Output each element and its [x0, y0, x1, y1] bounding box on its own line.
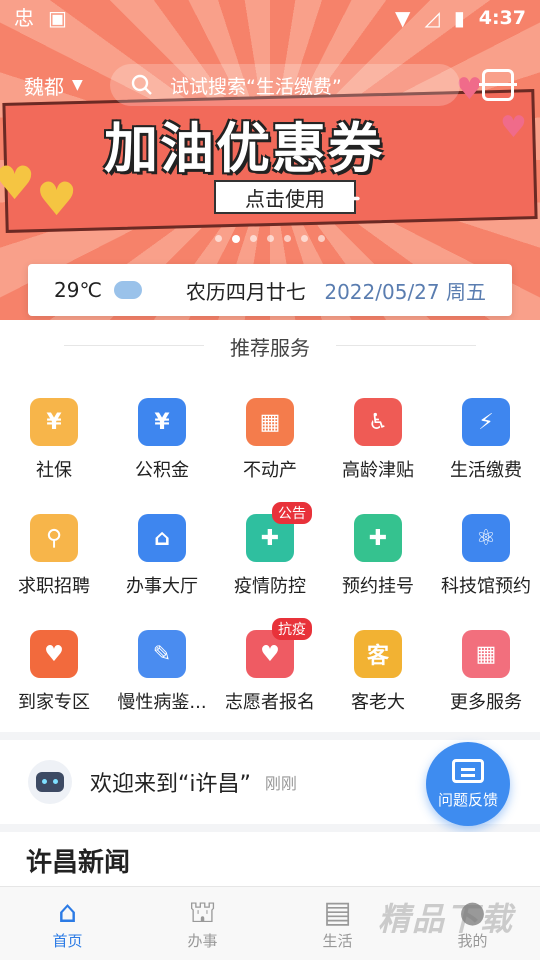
search-input[interactable]: 试试搜索“生活缴费” — [110, 64, 460, 106]
service-label: 生活缴费 — [450, 460, 522, 481]
status-time: 4:37 — [478, 7, 526, 29]
section-title: 推荐服务 — [0, 332, 540, 361]
carousel-dot[interactable] — [267, 235, 274, 242]
wifi-icon: ▼ — [394, 6, 411, 30]
battery-charging-icon: ▮ — [453, 6, 465, 30]
feedback-edit-icon — [452, 758, 484, 783]
nav-item[interactable]: ⌂ 首页 — [0, 887, 135, 960]
service-item[interactable]: ¥ 社保 — [0, 398, 108, 482]
service-label: 求职招聘 — [18, 576, 90, 597]
welcome-text: 欢迎来到“i许昌” — [90, 772, 251, 797]
city-selector[interactable]: 魏都 ▼ — [0, 71, 110, 100]
service-label: 更多服务 — [450, 692, 522, 713]
search-row: 魏都 ▼ 试试搜索“生活缴费” — [0, 62, 540, 108]
service-item[interactable]: ⚛ 科技馆预约 — [432, 514, 540, 598]
heart-decoration-icon: ♥ — [0, 156, 36, 210]
temperature: 29℃ — [54, 278, 102, 302]
services-grid: ¥ 社保 ¥ 公积金 ▦ 不动产 ♿ 高龄津贴 ⚡ 生活缴费 ⚲ 求职招聘 ⌂ 办事大厅 ✚ 公告 疫情防控 ✚ 预… — [0, 398, 540, 714]
service-label: 公积金 — [135, 460, 189, 481]
pointing-hand-icon: ☛ — [332, 184, 363, 224]
nav-label: 生活 — [322, 932, 353, 950]
carousel-dot[interactable] — [250, 235, 257, 242]
welcome-time: 刚刚 — [264, 774, 297, 793]
home-service-icon: ♥ — [30, 630, 78, 678]
carousel-dot[interactable] — [301, 235, 308, 242]
housing-fund-icon: ¥ — [138, 398, 186, 446]
science-museum-icon: ⚛ — [462, 514, 510, 562]
service-label: 疫情防控 — [234, 576, 306, 597]
service-item[interactable]: ♥ 抗疫 志愿者报名 — [216, 618, 324, 714]
carousel-dot[interactable] — [318, 235, 325, 242]
heart-decoration-icon: ♥ — [500, 110, 527, 145]
elderly-allowance-icon: ♿ — [354, 398, 402, 446]
service-item[interactable]: ⌂ 办事大厅 — [108, 514, 216, 598]
weather-card: 29℃ 农历四月廿七 2022/05/27 周五 — [28, 264, 512, 316]
service-label: 社保 — [36, 460, 72, 481]
news-title: 许昌新闻 — [26, 848, 131, 878]
service-label: 办事大厅 — [126, 576, 198, 597]
carousel-indicator — [0, 235, 540, 243]
service-item[interactable]: ⚡ 生活缴费 — [432, 398, 540, 482]
service-label: 到家专区 — [18, 692, 90, 713]
carousel-dot[interactable] — [232, 235, 240, 243]
city-label: 魏都 — [24, 74, 64, 99]
service-hall-icon: ⌂ — [138, 514, 186, 562]
header-banner: 忠 ▣ ▼ ◿ ▮ 4:37 ♥ ♥ ♥ ♥ 加油优惠券 点击使用 ☛ 魏都 ▼… — [0, 0, 540, 320]
service-item[interactable]: ✚ 预约挂号 — [324, 514, 432, 598]
keyboard-icon: ▣ — [48, 6, 67, 30]
app-notification-icon: 忠 — [14, 6, 34, 30]
lunar-date: 农历四月廿七 — [185, 279, 306, 304]
more-services-icon: ▦ — [462, 630, 510, 678]
watermark: 精品下载 — [378, 900, 515, 938]
nav-label: 首页 — [52, 932, 83, 950]
carousel-dot[interactable] — [215, 235, 222, 242]
appointment-icon: ✚ — [354, 514, 402, 562]
kelaoda-logo-icon: 客 — [354, 630, 402, 678]
status-bar: 忠 ▣ ▼ ◿ ▮ 4:37 — [0, 0, 540, 36]
recommended-services: 推荐服务 ¥ 社保 ¥ 公积金 ▦ 不动产 ♿ 高龄津贴 ⚡ 生活缴费 ⚲ 求职招聘 ⌂ 办事大厅 ✚ 公告疫… — [0, 320, 540, 732]
service-item[interactable]: ⚲ 求职招聘 — [0, 514, 108, 598]
service-label: 不动产 — [243, 460, 297, 481]
service-label: 志愿者报名 — [225, 692, 315, 713]
service-label: 高龄津贴 — [342, 460, 414, 481]
search-icon — [131, 74, 152, 95]
service-label: 预约挂号 — [342, 576, 414, 597]
nav-item[interactable]: ⛫ 办事 — [135, 887, 270, 960]
service-hall-icon: ⛫ — [188, 895, 217, 930]
utility-payment-icon: ⚡ — [462, 398, 510, 446]
chronic-disease-icon: ✎ — [138, 630, 186, 678]
service-item[interactable]: ♥ 到家专区 — [0, 630, 108, 714]
nav-label: 办事 — [187, 932, 218, 950]
service-item[interactable]: ¥ 公积金 — [108, 398, 216, 482]
search-placeholder: 试试搜索“生活缴费” — [170, 75, 342, 98]
service-item[interactable]: ✎ 慢性病鉴... — [108, 630, 216, 714]
service-item[interactable]: 客客老大 — [324, 630, 432, 714]
service-badge: 公告 — [272, 502, 312, 524]
service-label: 科技馆预约 — [441, 576, 531, 597]
service-badge: 抗疫 — [272, 618, 312, 640]
feedback-button[interactable]: 问题反馈 — [426, 742, 510, 826]
calendar-date: 2022/05/27 周五 — [324, 279, 486, 304]
banner-title: 加油优惠券 — [104, 117, 384, 180]
caret-down-icon: ▼ — [72, 77, 83, 93]
cloudy-weather-icon — [109, 275, 142, 299]
news-section: 许昌新闻 — [0, 832, 540, 888]
service-item[interactable]: ▦ 更多服务 — [432, 630, 540, 714]
home-icon: ⌂ — [57, 895, 78, 930]
scan-icon[interactable] — [479, 69, 517, 101]
service-item[interactable]: ▦ 不动产 — [216, 398, 324, 482]
carousel-dot[interactable] — [284, 235, 291, 242]
service-label: 客老大 — [351, 692, 405, 713]
heart-decoration-icon: ♥ — [36, 172, 78, 226]
service-item[interactable]: ✚ 公告 疫情防控 — [216, 502, 324, 598]
real-estate-icon: ▦ — [246, 398, 294, 446]
job-search-icon: ⚲ — [30, 514, 78, 562]
service-label: 慢性病鉴... — [117, 692, 207, 713]
feedback-label: 问题反馈 — [437, 790, 498, 809]
robot-avatar-icon — [28, 760, 72, 804]
store-icon: ▤ — [323, 895, 352, 930]
no-signal-icon: ◿ — [424, 6, 440, 30]
social-security-icon: ¥ — [30, 398, 78, 446]
service-item[interactable]: ♿ 高龄津贴 — [324, 398, 432, 482]
